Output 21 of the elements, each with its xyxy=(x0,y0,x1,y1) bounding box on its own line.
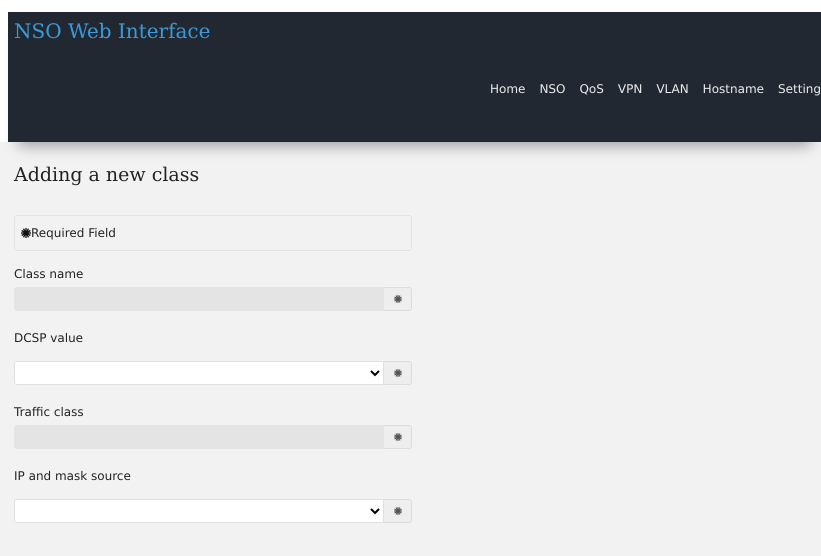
nav-link[interactable]: QoS xyxy=(579,80,604,98)
nav-link[interactable]: NSO xyxy=(539,80,566,98)
dropdown-field[interactable] xyxy=(14,498,384,523)
field-label: DCSP value xyxy=(14,330,84,347)
nav-link[interactable]: Hostname xyxy=(702,80,764,98)
asterisk-icon xyxy=(394,432,402,441)
asterisk-icon xyxy=(394,506,402,515)
field-label: Traffic class xyxy=(14,404,85,421)
nav-link[interactable]: VLAN xyxy=(656,80,689,98)
required-note: Required Field xyxy=(31,224,116,242)
nav-link[interactable]: Home xyxy=(490,80,526,98)
field-label: IP and mask source xyxy=(14,468,132,485)
nav-link[interactable]: VPN xyxy=(618,80,642,98)
field-label: Class name xyxy=(14,266,84,283)
asterisk-icon xyxy=(21,228,31,238)
page-title: Adding a new class xyxy=(14,164,200,187)
asterisk-icon xyxy=(394,368,402,377)
asterisk-icon xyxy=(394,294,402,303)
nav-link[interactable]: Setting xyxy=(778,80,821,98)
site-title: NSO Web Interface xyxy=(13,18,210,45)
dropdown-field[interactable] xyxy=(14,360,384,385)
